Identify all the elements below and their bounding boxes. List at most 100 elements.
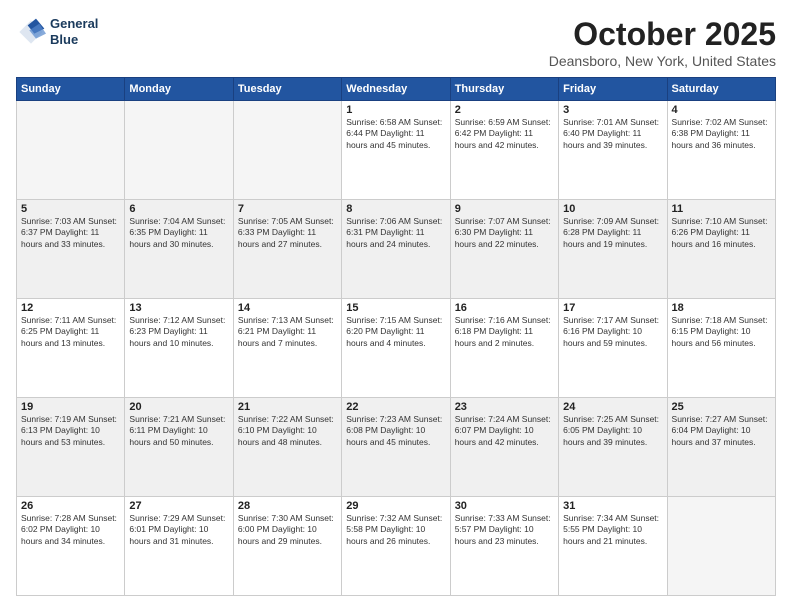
day-number: 27 <box>129 500 228 512</box>
day-cell: 21Sunrise: 7:22 AM Sunset: 6:10 PM Dayli… <box>233 398 341 497</box>
day-number: 6 <box>129 203 228 215</box>
day-number: 7 <box>238 203 337 215</box>
header: General Blue October 2025 Deansboro, New… <box>16 16 776 69</box>
header-row: SundayMondayTuesdayWednesdayThursdayFrid… <box>17 78 776 101</box>
day-info: Sunrise: 7:25 AM Sunset: 6:05 PM Dayligh… <box>563 414 662 448</box>
day-info: Sunrise: 7:03 AM Sunset: 6:37 PM Dayligh… <box>21 216 120 250</box>
day-number: 1 <box>346 104 445 116</box>
day-number: 26 <box>21 500 120 512</box>
day-number: 9 <box>455 203 554 215</box>
day-info: Sunrise: 7:23 AM Sunset: 6:08 PM Dayligh… <box>346 414 445 448</box>
day-info: Sunrise: 7:17 AM Sunset: 6:16 PM Dayligh… <box>563 315 662 349</box>
day-cell: 15Sunrise: 7:15 AM Sunset: 6:20 PM Dayli… <box>342 299 450 398</box>
day-cell: 9Sunrise: 7:07 AM Sunset: 6:30 PM Daylig… <box>450 200 558 299</box>
day-info: Sunrise: 7:06 AM Sunset: 6:31 PM Dayligh… <box>346 216 445 250</box>
day-number: 22 <box>346 401 445 413</box>
day-number: 21 <box>238 401 337 413</box>
day-info: Sunrise: 7:11 AM Sunset: 6:25 PM Dayligh… <box>21 315 120 349</box>
day-cell: 24Sunrise: 7:25 AM Sunset: 6:05 PM Dayli… <box>559 398 667 497</box>
col-header-sunday: Sunday <box>17 78 125 101</box>
day-info: Sunrise: 7:32 AM Sunset: 5:58 PM Dayligh… <box>346 513 445 547</box>
day-number: 25 <box>672 401 771 413</box>
day-cell <box>667 497 775 596</box>
day-number: 19 <box>21 401 120 413</box>
day-number: 28 <box>238 500 337 512</box>
day-cell: 4Sunrise: 7:02 AM Sunset: 6:38 PM Daylig… <box>667 101 775 200</box>
day-cell <box>125 101 233 200</box>
logo-text: General Blue <box>50 16 98 47</box>
day-cell: 22Sunrise: 7:23 AM Sunset: 6:08 PM Dayli… <box>342 398 450 497</box>
day-info: Sunrise: 7:07 AM Sunset: 6:30 PM Dayligh… <box>455 216 554 250</box>
week-row-1: 5Sunrise: 7:03 AM Sunset: 6:37 PM Daylig… <box>17 200 776 299</box>
week-row-3: 19Sunrise: 7:19 AM Sunset: 6:13 PM Dayli… <box>17 398 776 497</box>
day-cell: 1Sunrise: 6:58 AM Sunset: 6:44 PM Daylig… <box>342 101 450 200</box>
day-info: Sunrise: 7:09 AM Sunset: 6:28 PM Dayligh… <box>563 216 662 250</box>
day-number: 16 <box>455 302 554 314</box>
day-info: Sunrise: 7:34 AM Sunset: 5:55 PM Dayligh… <box>563 513 662 547</box>
day-cell: 13Sunrise: 7:12 AM Sunset: 6:23 PM Dayli… <box>125 299 233 398</box>
day-number: 5 <box>21 203 120 215</box>
day-cell: 23Sunrise: 7:24 AM Sunset: 6:07 PM Dayli… <box>450 398 558 497</box>
day-cell <box>233 101 341 200</box>
day-cell: 27Sunrise: 7:29 AM Sunset: 6:01 PM Dayli… <box>125 497 233 596</box>
day-info: Sunrise: 6:59 AM Sunset: 6:42 PM Dayligh… <box>455 117 554 151</box>
day-cell: 20Sunrise: 7:21 AM Sunset: 6:11 PM Dayli… <box>125 398 233 497</box>
day-info: Sunrise: 7:04 AM Sunset: 6:35 PM Dayligh… <box>129 216 228 250</box>
day-number: 18 <box>672 302 771 314</box>
logo-icon <box>16 17 46 47</box>
day-number: 12 <box>21 302 120 314</box>
day-info: Sunrise: 7:16 AM Sunset: 6:18 PM Dayligh… <box>455 315 554 349</box>
day-info: Sunrise: 7:10 AM Sunset: 6:26 PM Dayligh… <box>672 216 771 250</box>
day-info: Sunrise: 7:21 AM Sunset: 6:11 PM Dayligh… <box>129 414 228 448</box>
day-number: 11 <box>672 203 771 215</box>
day-cell: 17Sunrise: 7:17 AM Sunset: 6:16 PM Dayli… <box>559 299 667 398</box>
col-header-tuesday: Tuesday <box>233 78 341 101</box>
day-cell: 31Sunrise: 7:34 AM Sunset: 5:55 PM Dayli… <box>559 497 667 596</box>
day-info: Sunrise: 7:22 AM Sunset: 6:10 PM Dayligh… <box>238 414 337 448</box>
day-cell: 6Sunrise: 7:04 AM Sunset: 6:35 PM Daylig… <box>125 200 233 299</box>
day-cell: 25Sunrise: 7:27 AM Sunset: 6:04 PM Dayli… <box>667 398 775 497</box>
day-number: 4 <box>672 104 771 116</box>
page: General Blue October 2025 Deansboro, New… <box>0 0 792 612</box>
day-info: Sunrise: 7:18 AM Sunset: 6:15 PM Dayligh… <box>672 315 771 349</box>
week-row-4: 26Sunrise: 7:28 AM Sunset: 6:02 PM Dayli… <box>17 497 776 596</box>
day-info: Sunrise: 7:28 AM Sunset: 6:02 PM Dayligh… <box>21 513 120 547</box>
day-cell: 12Sunrise: 7:11 AM Sunset: 6:25 PM Dayli… <box>17 299 125 398</box>
day-number: 14 <box>238 302 337 314</box>
day-number: 31 <box>563 500 662 512</box>
location: Deansboro, New York, United States <box>549 53 776 69</box>
day-info: Sunrise: 7:27 AM Sunset: 6:04 PM Dayligh… <box>672 414 771 448</box>
day-cell: 18Sunrise: 7:18 AM Sunset: 6:15 PM Dayli… <box>667 299 775 398</box>
col-header-friday: Friday <box>559 78 667 101</box>
week-row-2: 12Sunrise: 7:11 AM Sunset: 6:25 PM Dayli… <box>17 299 776 398</box>
day-cell: 28Sunrise: 7:30 AM Sunset: 6:00 PM Dayli… <box>233 497 341 596</box>
day-cell <box>17 101 125 200</box>
day-cell: 2Sunrise: 6:59 AM Sunset: 6:42 PM Daylig… <box>450 101 558 200</box>
day-info: Sunrise: 7:30 AM Sunset: 6:00 PM Dayligh… <box>238 513 337 547</box>
day-number: 23 <box>455 401 554 413</box>
col-header-monday: Monday <box>125 78 233 101</box>
col-header-saturday: Saturday <box>667 78 775 101</box>
day-info: Sunrise: 7:01 AM Sunset: 6:40 PM Dayligh… <box>563 117 662 151</box>
day-number: 2 <box>455 104 554 116</box>
day-number: 10 <box>563 203 662 215</box>
day-cell: 3Sunrise: 7:01 AM Sunset: 6:40 PM Daylig… <box>559 101 667 200</box>
day-cell: 7Sunrise: 7:05 AM Sunset: 6:33 PM Daylig… <box>233 200 341 299</box>
day-cell: 29Sunrise: 7:32 AM Sunset: 5:58 PM Dayli… <box>342 497 450 596</box>
day-info: Sunrise: 7:15 AM Sunset: 6:20 PM Dayligh… <box>346 315 445 349</box>
day-cell: 8Sunrise: 7:06 AM Sunset: 6:31 PM Daylig… <box>342 200 450 299</box>
col-header-thursday: Thursday <box>450 78 558 101</box>
logo: General Blue <box>16 16 98 47</box>
day-info: Sunrise: 7:33 AM Sunset: 5:57 PM Dayligh… <box>455 513 554 547</box>
day-number: 30 <box>455 500 554 512</box>
col-header-wednesday: Wednesday <box>342 78 450 101</box>
title-area: October 2025 Deansboro, New York, United… <box>549 16 776 69</box>
day-number: 20 <box>129 401 228 413</box>
day-number: 13 <box>129 302 228 314</box>
day-cell: 5Sunrise: 7:03 AM Sunset: 6:37 PM Daylig… <box>17 200 125 299</box>
day-cell: 16Sunrise: 7:16 AM Sunset: 6:18 PM Dayli… <box>450 299 558 398</box>
day-number: 8 <box>346 203 445 215</box>
day-cell: 14Sunrise: 7:13 AM Sunset: 6:21 PM Dayli… <box>233 299 341 398</box>
day-number: 29 <box>346 500 445 512</box>
day-cell: 19Sunrise: 7:19 AM Sunset: 6:13 PM Dayli… <box>17 398 125 497</box>
